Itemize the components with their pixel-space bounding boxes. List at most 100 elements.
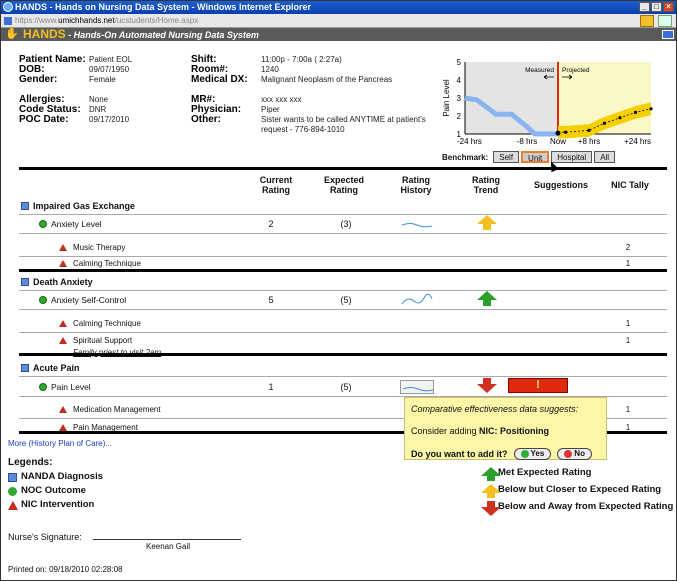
patient-field-row: Other: Sister wants to be called ANYTIME … [191, 115, 451, 125]
rating-history-sparkline[interactable] [400, 217, 434, 231]
nanda-square-icon [8, 473, 17, 482]
rating-history-sparkline[interactable] [400, 293, 434, 307]
benchmark-all-button[interactable]: All [594, 151, 616, 163]
patient-field-row: Shift: 11:00p - 7:00a ( 2:27a) [191, 55, 451, 65]
patient-field-value: 09/07/1950 [89, 65, 130, 74]
patient-field-value: Patient EOL [89, 55, 133, 64]
window-title: HANDS - Hands on Nursing Data System - W… [15, 2, 311, 12]
col-current-rating: Current Rating [259, 175, 293, 195]
y-tick-label: 2 [457, 112, 462, 121]
check-icon [520, 450, 529, 458]
nic-intervention-name: Calming Technique [73, 319, 141, 328]
noc-dot-icon [39, 220, 47, 228]
projected-point [649, 107, 653, 111]
noc-outcome-name: Anxiety Level [51, 219, 102, 229]
nic-triangle-icon [59, 260, 67, 267]
patient-field-label: Gender: [19, 74, 58, 85]
url-text[interactable]: https://www.umichhands.net/ucstudents/Ho… [15, 16, 198, 25]
refresh-icon[interactable] [658, 15, 672, 27]
patient-field-row: Medical DX: Malignant Neoplasm of the Pan… [191, 75, 451, 85]
hands-logo-icon: ✋ [5, 28, 19, 40]
now-point [555, 130, 561, 136]
minimize-button[interactable]: _ [639, 2, 650, 12]
patient-field-label: POC Date: [19, 114, 69, 125]
projected-label: Projected [562, 67, 590, 74]
current-rating: 5 [268, 295, 274, 305]
nic-intervention-name: Music Therapy [73, 243, 126, 252]
patient-info-col1: Patient Name: Patient EOL DOB: 09/07/1950 Ge… [19, 55, 179, 125]
nic-triangle-icon [59, 424, 67, 431]
nic-triangle-icon [59, 406, 67, 413]
row-divider [19, 233, 667, 234]
address-bar[interactable]: https://www.umichhands.net/ucstudents/Ho… [1, 14, 676, 28]
nanda-diagnosis-row: Death Anxiety [19, 275, 667, 289]
x-tick-label: +8 hrs [578, 137, 600, 146]
patient-field-row: request - 776-894-1010 [191, 125, 451, 135]
legend-noc: NOC Outcome [8, 485, 86, 497]
nanda-square-icon [21, 278, 29, 286]
suggestion-popup: Comparative effectiveness data suggests:… [404, 397, 607, 460]
nic-triangle-icon [59, 244, 67, 251]
noc-dot-icon [39, 296, 47, 304]
legend-closer: Below but Closer to Expeced Rating [479, 484, 661, 498]
rating-history-sparkline[interactable] [400, 380, 434, 394]
collapse-icon[interactable] [662, 30, 674, 39]
nic-triangle-icon [59, 320, 67, 327]
legend-title: Legends: [8, 457, 53, 468]
patient-field-value: Female [89, 75, 116, 84]
row-divider [19, 309, 667, 310]
col-expected-rating: Expected Rating [323, 175, 365, 195]
benchmark-self-button[interactable]: Self [493, 151, 520, 163]
yes-button[interactable]: Yes [513, 448, 552, 460]
x-tick-label: -24 hrs [457, 137, 482, 146]
noc-outcome-row: Pain Level [39, 381, 91, 393]
row-divider [19, 214, 667, 215]
noc-dot-icon [39, 383, 47, 391]
measured-label: Measured [525, 67, 554, 74]
benchmark-unit-button[interactable]: Unit [521, 151, 550, 163]
legend-away: Below and Away from Expected Rating [479, 501, 673, 516]
benchmark-label: Benchmark: [442, 152, 489, 162]
ie-icon [3, 2, 13, 12]
nic-triangle-icon [59, 337, 67, 344]
patient-field-label [191, 125, 261, 135]
patient-field-value: 11:00p - 7:00a ( 2:27a) [261, 55, 342, 64]
popup-question-row: Do you want to add it? Yes No [411, 448, 600, 460]
app-header: ✋ HANDS - Hands-On Automated Nursing Dat… [1, 28, 676, 41]
patient-info-col2: Shift: 11:00p - 7:00a ( 2:27a) Room#: 1240 M… [191, 55, 451, 135]
signature-label: Nurse's Signature: [8, 532, 82, 542]
app-tagline: - Hands-On Automated Nursing Data System [68, 30, 259, 40]
current-rating: 1 [268, 382, 274, 392]
arrow-stem [483, 300, 491, 306]
lock-icon[interactable] [640, 15, 654, 27]
header-divider [19, 167, 667, 170]
legend-nic: NIC Intervention [8, 499, 94, 511]
noc-outcome-row: Anxiety Level [39, 218, 102, 230]
benchmark-hospital-button[interactable]: Hospital [551, 151, 593, 163]
benchmark-bar: Benchmark: Self Unit Hospital All [442, 150, 616, 164]
col-nic-tally: NIC Tally [611, 180, 649, 190]
close-button[interactable]: × [663, 2, 674, 12]
patient-field-value: Sister wants to be called ANYTIME at pat… [261, 115, 426, 124]
suggestion-alert-button[interactable]: ! [508, 378, 568, 393]
popup-line1: Comparative effectiveness data suggests: [411, 404, 579, 414]
noc-dot-icon [8, 487, 17, 496]
y-tick-label: 4 [457, 76, 462, 85]
green-up-arrow-icon [477, 291, 497, 300]
y-tick-label: 5 [457, 58, 462, 67]
col-rating-trend: Rating Trend [472, 175, 500, 195]
current-rating: 2 [268, 219, 274, 229]
nanda-diagnosis-row: Acute Pain [19, 361, 667, 375]
noc-outcome-name: Anxiety Self-Control [51, 295, 127, 305]
more-history-link[interactable]: More (History Plan of Care)... [8, 439, 112, 448]
no-button[interactable]: No [557, 448, 592, 460]
nic-tally: 1 [625, 405, 631, 414]
printed-on: Printed on: 09/18/2010 02:28:08 [8, 565, 123, 574]
projected-point [602, 121, 607, 125]
noc-outcome-name: Pain Level [51, 382, 91, 392]
x-tick-label: -8 hrs [517, 137, 537, 146]
yellow-up-arrow-icon [477, 215, 497, 224]
row-divider [19, 376, 667, 377]
maximize-button[interactable]: □ [651, 2, 662, 12]
app-brand: HANDS [23, 27, 66, 41]
